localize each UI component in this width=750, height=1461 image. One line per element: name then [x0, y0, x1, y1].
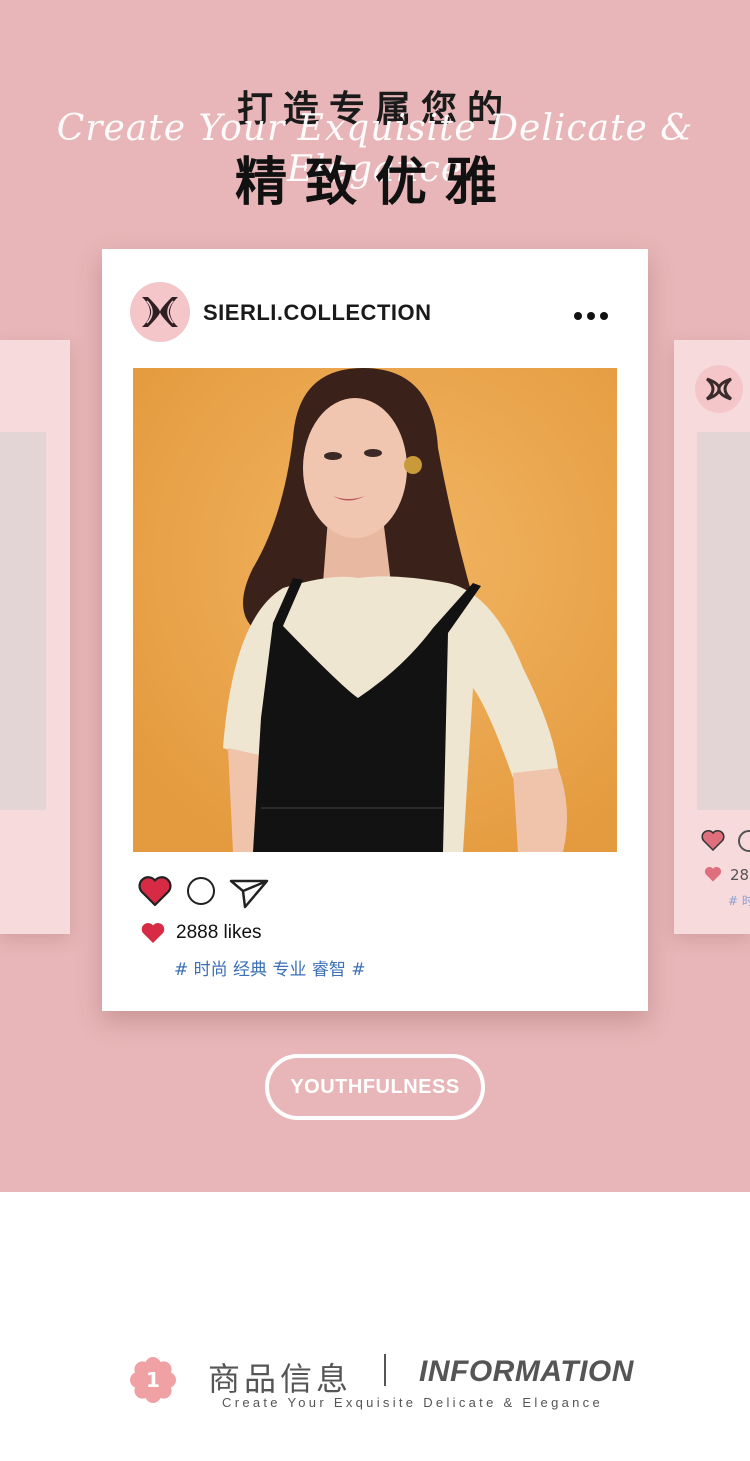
share-icon[interactable]: [229, 877, 269, 909]
next-card-avatar: [695, 365, 743, 413]
previous-card[interactable]: [0, 340, 70, 934]
hero-section: 打造专属您的 Create Your Exquisite Delicate & …: [0, 0, 750, 1192]
section-divider: [384, 1354, 386, 1386]
section-subtitle: Create Your Exquisite Delicate & Eleganc…: [222, 1395, 604, 1410]
youthfulness-button[interactable]: YOUTHFULNESS: [265, 1054, 485, 1120]
avatar[interactable]: [130, 282, 190, 342]
likes-count: 2888 likes: [176, 922, 262, 943]
heart-icon: [141, 923, 165, 943]
post-photo: [133, 368, 617, 852]
next-card-photo: [697, 432, 750, 810]
account-name[interactable]: SIERLI.COLLECTION: [203, 300, 432, 326]
section-number: 1: [146, 1368, 160, 1392]
next-card-hashtag: # 时: [728, 894, 750, 908]
section-title-cn: 商品信息: [208, 1360, 353, 1398]
section-title-en: INFORMATION: [419, 1355, 634, 1388]
comment-icon: [738, 830, 750, 852]
comment-icon[interactable]: [187, 877, 215, 905]
flower-number-icon: 1: [130, 1357, 176, 1403]
heart-icon: [704, 867, 722, 882]
brand-logo-icon: [142, 297, 178, 327]
heart-icon: [701, 829, 725, 852]
more-options-icon[interactable]: [574, 305, 614, 320]
next-card[interactable]: 288 # 时: [674, 340, 750, 934]
next-card-likes: 288: [730, 866, 750, 884]
model-photo: [133, 368, 617, 852]
post-card: SIERLI.COLLECTION 2888 likes # 时尚 经典 专业 …: [102, 249, 648, 1011]
previous-card-photo: [0, 432, 46, 810]
title-line-2: 精致优雅: [234, 153, 515, 213]
like-heart-icon[interactable]: [138, 875, 172, 907]
post-hashtags[interactable]: # 时尚 经典 专业 睿智 #: [174, 955, 366, 980]
